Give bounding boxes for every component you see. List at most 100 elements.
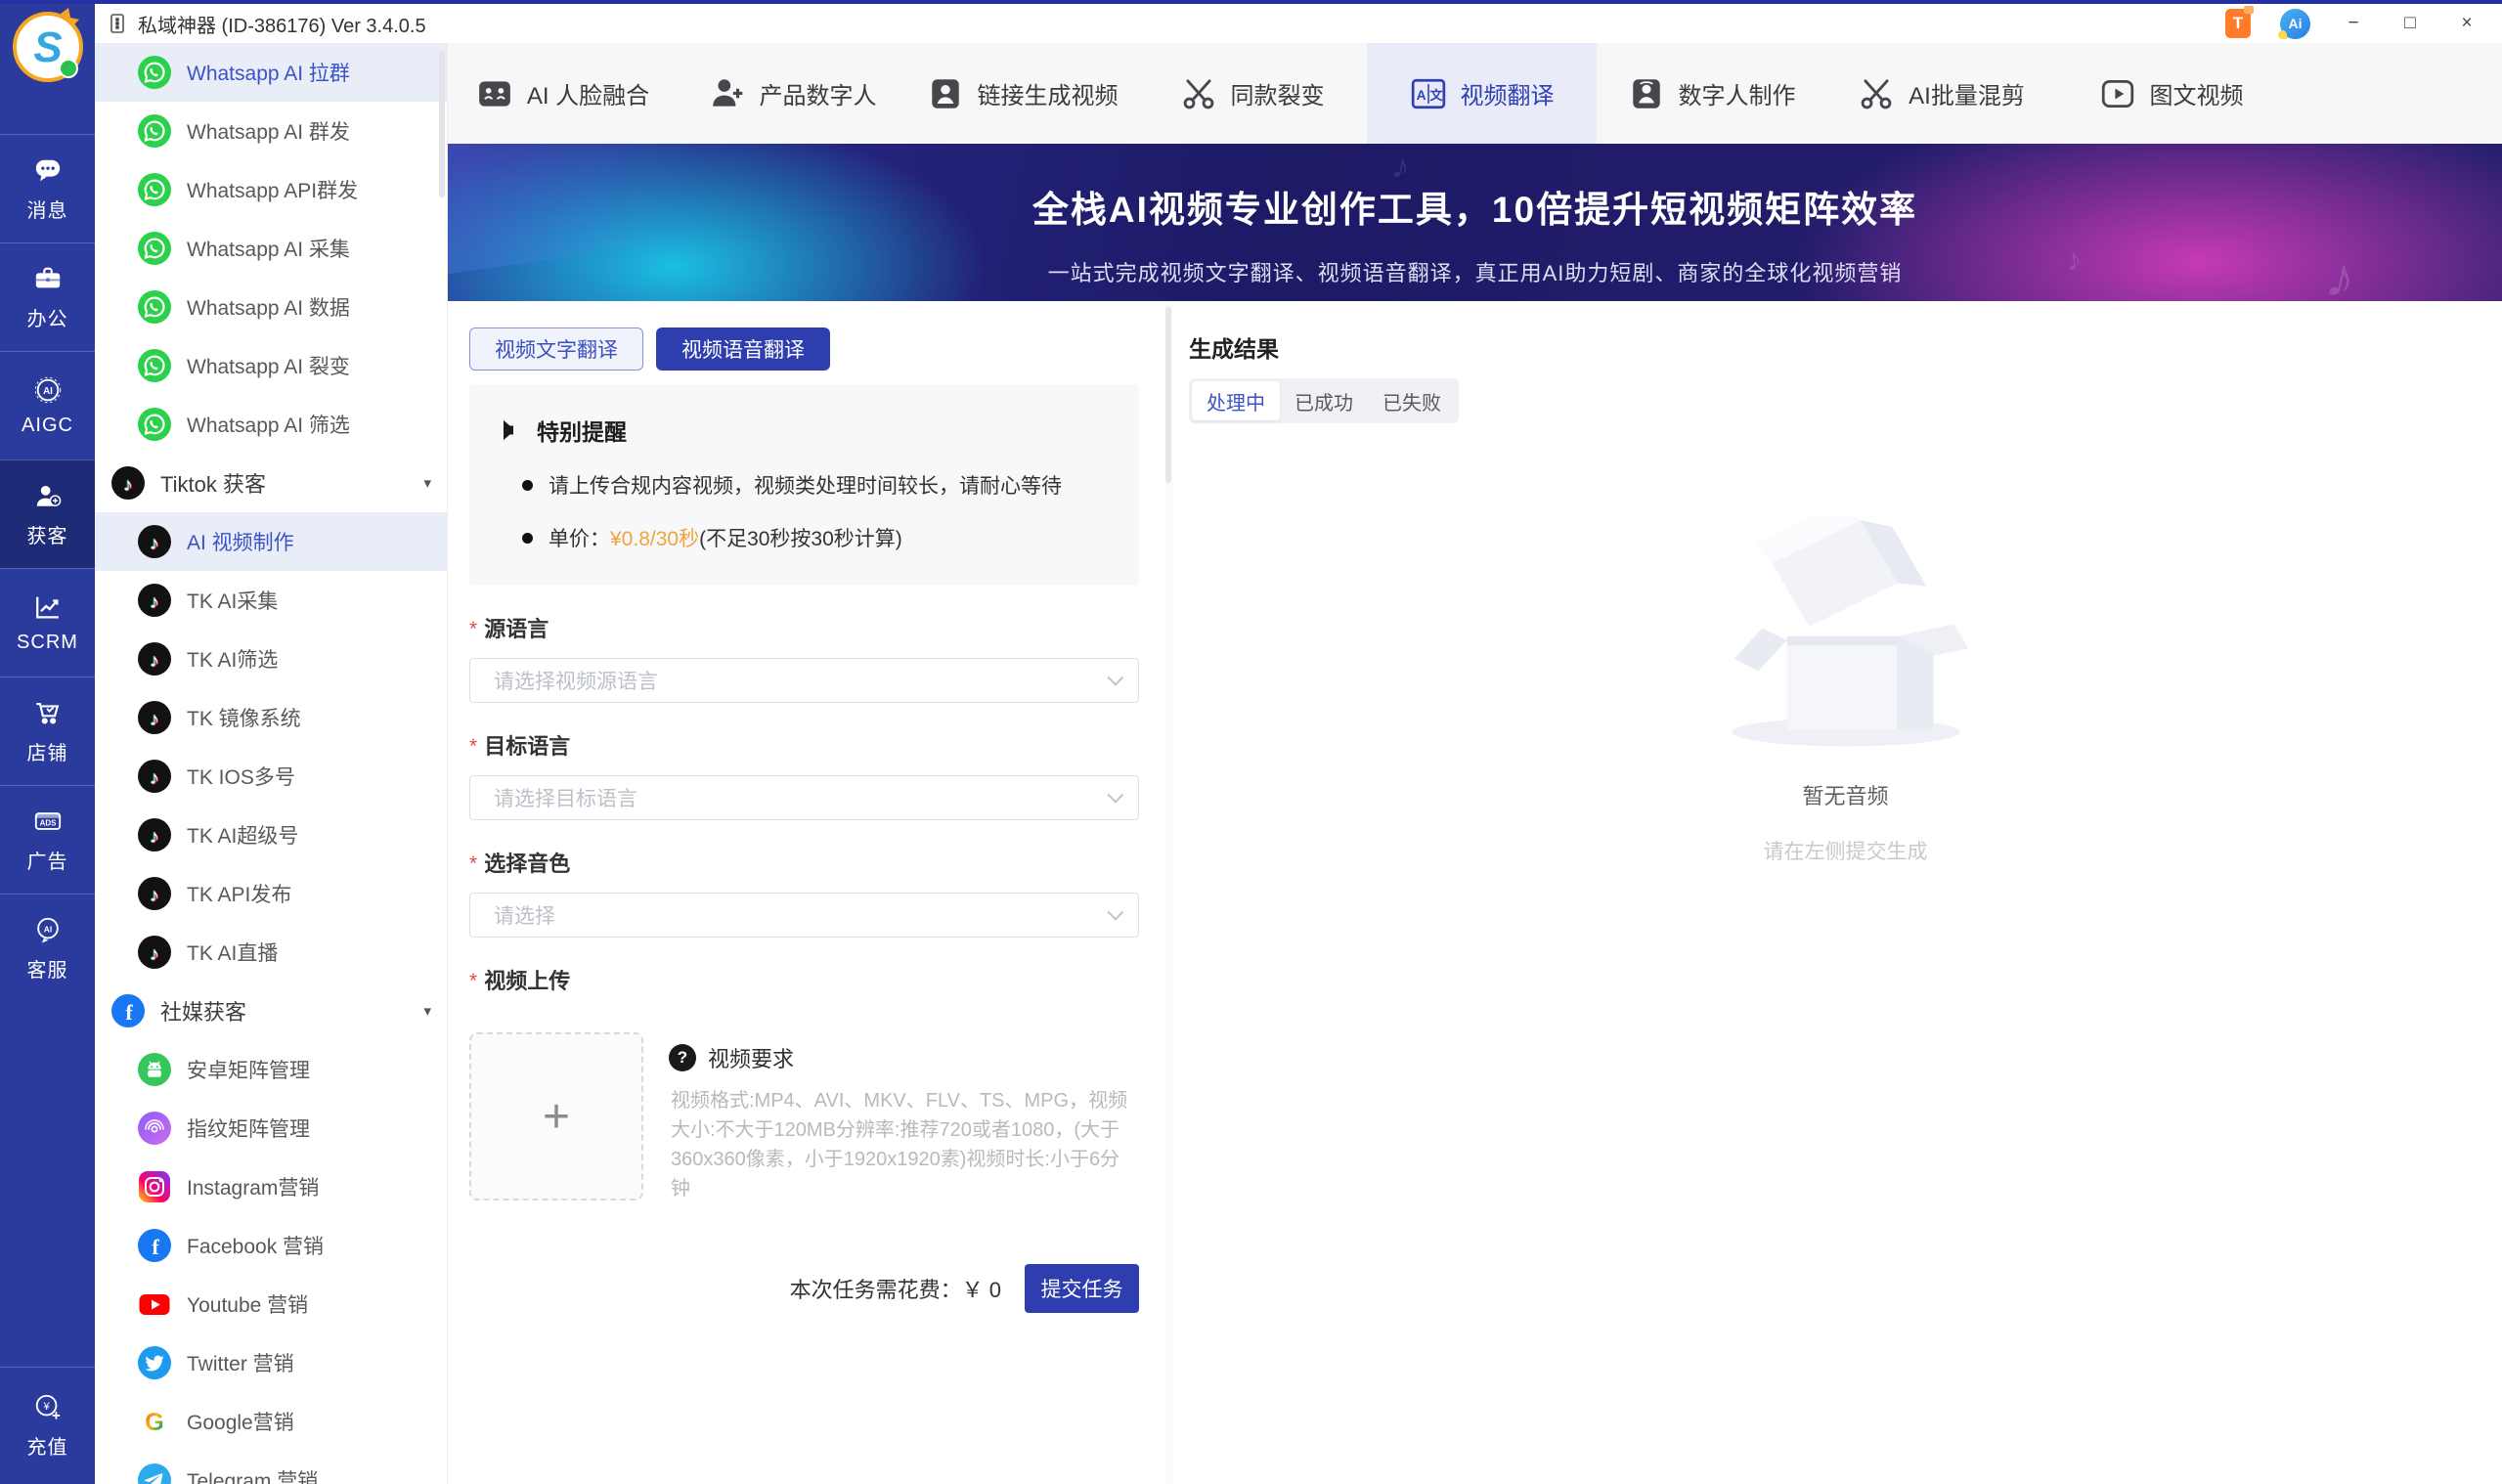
sidebar-item-18[interactable]: 指纹矩阵管理 bbox=[95, 1099, 447, 1157]
sidebar-item-13[interactable]: ♪♪♪TK AI超级号 bbox=[95, 806, 447, 864]
sidebar-item-0[interactable]: Whatsapp AI 拉群 bbox=[95, 43, 447, 102]
mode-tab-1[interactable]: 视频语音翻译 bbox=[656, 327, 830, 371]
sidebar-item-12[interactable]: ♪♪♪TK IOS多号 bbox=[95, 747, 447, 806]
sidebar-item-6[interactable]: Whatsapp AI 筛选 bbox=[95, 395, 447, 454]
upload-row: + ? 视频要求 视频格式:MP4、AVI、MKV、FLV、TS、MPG，视频大… bbox=[469, 1032, 1139, 1203]
sidebar-item-10[interactable]: ♪♪♪TK AI筛选 bbox=[95, 630, 447, 688]
svg-text:♪: ♪ bbox=[150, 592, 159, 613]
svg-text:ADS: ADS bbox=[39, 818, 56, 827]
sidebar-item-16[interactable]: f社媒获客▾ bbox=[95, 982, 447, 1040]
nav-tab-2[interactable]: 链接生成视频 bbox=[907, 43, 1137, 144]
nav-tab-0[interactable]: AI 人脸融合 bbox=[448, 43, 678, 144]
translate-form: 视频文字翻译视频语音翻译 特别提醒 请上传合规内容视频，视频类处理时间较长，请耐… bbox=[469, 301, 1139, 1313]
aigc-icon: AI bbox=[33, 375, 63, 405]
sidebar-item-20[interactable]: fFacebook 营销 bbox=[95, 1216, 447, 1275]
select-field-1[interactable]: 请选择目标语言 bbox=[469, 775, 1139, 820]
rail-item-scrm[interactable]: SCRM bbox=[0, 568, 95, 677]
sidebar-item-label: Telegram 营销 bbox=[187, 1465, 318, 1484]
sidebar-item-21[interactable]: Youtube 营销 bbox=[95, 1275, 447, 1333]
maximize-button[interactable]: □ bbox=[2396, 13, 2424, 34]
close-button[interactable]: × bbox=[2453, 13, 2480, 34]
nav-tab-4[interactable]: A文视频翻译 bbox=[1367, 43, 1597, 144]
results-tab-1[interactable]: 已成功 bbox=[1280, 381, 1368, 420]
select-field-2[interactable]: 请选择 bbox=[469, 893, 1139, 938]
rail-item-acquisition[interactable]: 获客 bbox=[0, 459, 95, 568]
sidebar-item-8[interactable]: ♪♪♪AI 视频制作 bbox=[95, 512, 447, 571]
face-fusion-icon bbox=[476, 75, 513, 112]
sidebar-item-3[interactable]: Whatsapp AI 采集 bbox=[95, 219, 447, 278]
sidebar-item-1[interactable]: Whatsapp AI 群发 bbox=[95, 102, 447, 160]
window-tools: T Ai − □ × bbox=[2225, 9, 2502, 39]
svg-text:♪: ♪ bbox=[150, 768, 159, 789]
telegram-icon bbox=[137, 1462, 172, 1484]
results-tab-0[interactable]: 处理中 bbox=[1192, 381, 1280, 420]
nav-tab-1[interactable]: 产品数字人 bbox=[678, 43, 907, 144]
sidebar-item-15[interactable]: ♪♪♪TK AI直播 bbox=[95, 923, 447, 982]
sidebar-item-9[interactable]: ♪♪♪TK AI采集 bbox=[95, 571, 447, 630]
sidebar-item-23[interactable]: GGoogle营销 bbox=[95, 1392, 447, 1451]
title-bar: 私域神器 (ID-386176) Ver 3.4.0.5 T Ai − □ × bbox=[95, 4, 2502, 43]
sidebar-item-5[interactable]: Whatsapp AI 裂变 bbox=[95, 336, 447, 395]
rail-item-recharge[interactable]: ¥充值 bbox=[0, 1367, 95, 1484]
rail-item-service[interactable]: AI客服 bbox=[0, 894, 95, 1002]
sidebar-item-label: Whatsapp AI 拉群 bbox=[187, 58, 350, 87]
minimize-button[interactable]: − bbox=[2340, 13, 2367, 34]
form-scrollbar[interactable] bbox=[1164, 301, 1172, 1484]
results-tab-2[interactable]: 已失败 bbox=[1368, 381, 1456, 420]
sidebar-item-14[interactable]: ♪♪♪ TK API发布 bbox=[95, 864, 447, 923]
shop-icon bbox=[33, 698, 63, 727]
results-panel: 生成结果 处理中已成功已失败 暂无音频 请在左侧提交 bbox=[1189, 301, 2502, 1484]
svg-text:f: f bbox=[125, 1000, 133, 1025]
ai-assistant-icon[interactable]: Ai bbox=[2280, 9, 2310, 39]
nav-tab-7[interactable]: 图文视频 bbox=[2056, 43, 2286, 144]
rail-item-message[interactable]: 消息 bbox=[0, 134, 95, 242]
tiktok-icon: ♪♪♪ bbox=[137, 935, 172, 970]
submit-task-button[interactable]: 提交任务 bbox=[1025, 1264, 1139, 1313]
svg-text:S: S bbox=[33, 23, 62, 71]
svg-text:♪: ♪ bbox=[150, 651, 159, 672]
svg-text:AI: AI bbox=[43, 386, 53, 397]
mode-tab-0[interactable]: 视频文字翻译 bbox=[469, 327, 643, 371]
tiktok-icon: ♪♪♪ bbox=[137, 876, 172, 911]
sidebar-item-4[interactable]: Whatsapp AI 数据 bbox=[95, 278, 447, 336]
sidebar-item-7[interactable]: ♪♪♪Tiktok 获客▾ bbox=[95, 454, 447, 512]
select-field-0[interactable]: 请选择视频源语言 bbox=[469, 658, 1139, 703]
nav-tab-6[interactable]: AI批量混剪 bbox=[1826, 43, 2056, 144]
sidebar-item-label: TK AI采集 bbox=[187, 586, 278, 615]
sidebar-item-label: 社媒获客 bbox=[160, 995, 246, 1026]
sidebar-item-label: Facebook 营销 bbox=[187, 1231, 324, 1260]
sidebar-item-17[interactable]: 安卓矩阵管理 bbox=[95, 1040, 447, 1099]
requirements-title: 视频要求 bbox=[708, 1042, 794, 1073]
fingerprint-icon bbox=[137, 1111, 172, 1146]
rail-item-shop[interactable]: 店铺 bbox=[0, 677, 95, 785]
instagram-icon bbox=[137, 1169, 172, 1204]
help-question-icon[interactable]: ? bbox=[669, 1044, 696, 1071]
sidebar-item-label: TK API发布 bbox=[187, 879, 291, 908]
speaker-icon bbox=[499, 417, 524, 443]
image-text-video-icon bbox=[2099, 75, 2136, 112]
nav-tab-3[interactable]: 同款裂变 bbox=[1137, 43, 1367, 144]
sidebar-item-2[interactable]: Whatsapp API群发 bbox=[95, 160, 447, 219]
sidebar-item-19[interactable]: Instagram营销 bbox=[95, 1157, 447, 1216]
sidebar-item-24[interactable]: Telegram 营销 bbox=[95, 1451, 447, 1484]
sidebar-item-22[interactable]: Twitter 营销 bbox=[95, 1333, 447, 1392]
scissors-icon bbox=[1180, 75, 1217, 112]
rail-item-ads[interactable]: ADS广告 bbox=[0, 785, 95, 894]
required-asterisk: * bbox=[469, 852, 477, 876]
sidebar-item-label: Google营销 bbox=[187, 1407, 294, 1436]
notice-title: 特别提醒 bbox=[537, 414, 627, 447]
rail-item-office[interactable]: 办公 bbox=[0, 242, 95, 351]
sidebar-item-label: AI 视频制作 bbox=[187, 527, 294, 556]
t-tool-icon[interactable]: T bbox=[2225, 9, 2251, 38]
chevron-down-icon bbox=[1107, 787, 1123, 804]
sidebar-item-label: Whatsapp AI 群发 bbox=[187, 116, 350, 146]
tiktok-icon: ♪♪♪ bbox=[137, 700, 172, 735]
rail-item-aigc[interactable]: AIAIGC bbox=[0, 351, 95, 459]
nav-tab-5[interactable]: 数字人制作 bbox=[1597, 43, 1826, 144]
sidebar-item-11[interactable]: ♪♪♪TK 镜像系统 bbox=[95, 688, 447, 747]
youtube-icon bbox=[137, 1287, 172, 1322]
field-label-1: *目标语言 bbox=[469, 729, 1139, 761]
window-top-border bbox=[0, 0, 2502, 4]
video-upload-dropzone[interactable]: + bbox=[469, 1032, 643, 1200]
app-window: S 消息办公AIAIGC获客SCRM店铺ADS广告AI客服 ¥充值 私域神器 (… bbox=[0, 0, 2502, 1484]
